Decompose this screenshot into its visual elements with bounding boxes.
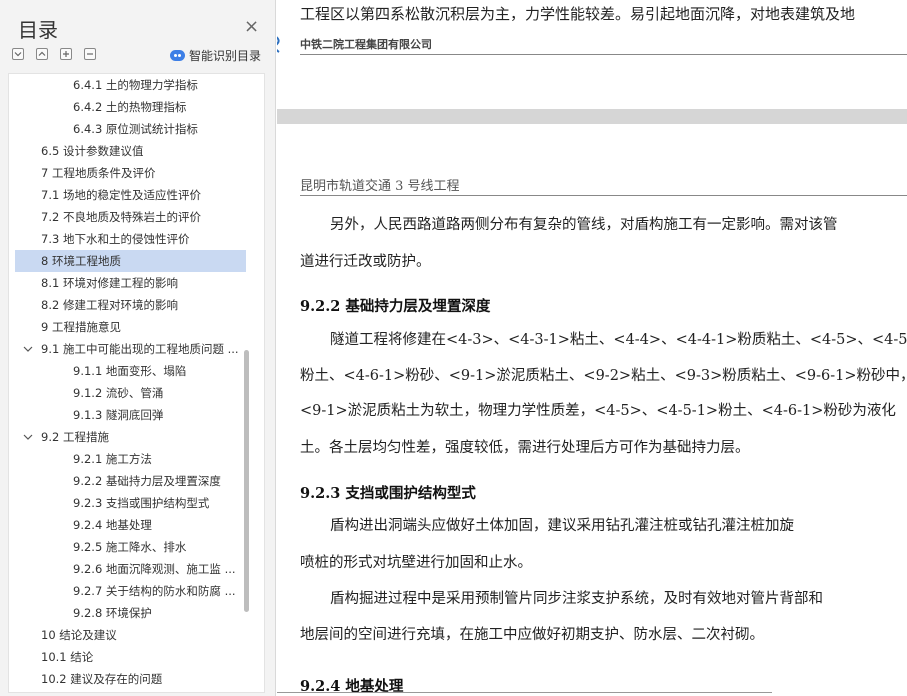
paragraph-line: 盾构掘进过程中是采用预制管片同步注浆支护系统，及时有效地对管片背部和	[330, 591, 823, 607]
smart-recognize-label: 智能识别目录	[189, 49, 262, 63]
toc-item-label: 9.2.7 关于结构的防水和防腐 ...	[73, 584, 236, 598]
toc-item[interactable]: 9.2.1 施工方法	[15, 448, 246, 470]
toc-item[interactable]: 9.2.7 关于结构的防水和防腐 ...	[15, 580, 246, 602]
ai-robot-icon	[170, 50, 185, 61]
toc-item-label: 7.1 场地的稳定性及适应性评价	[41, 188, 201, 202]
toc-item[interactable]: 9.1.3 隧洞底回弹	[15, 404, 246, 426]
company-logo-icon	[277, 36, 280, 53]
smart-recognize-toc-button[interactable]: 智能识别目录	[170, 47, 261, 64]
document-view[interactable]: 工程区以第四系松散沉积层为主，力学性能较差。易引起地面沉降，对地表建筑及地 中铁…	[277, 0, 907, 696]
toc-item[interactable]: 6.5 设计参数建议值	[15, 140, 246, 162]
toc-item[interactable]: 7 工程地质条件及评价	[15, 162, 246, 184]
toc-item[interactable]: 8.1 环境对修建工程的影响	[15, 272, 246, 294]
toc-panel: 目录 × 智能识别目录 6.4.1 土的物理力学指标 6.4.2 土的热物理指标 6…	[0, 0, 276, 696]
paragraph-line: 粉土、<4-6-1>粉砂、<9-1>淤泥质粘土、<9-2>粘土、<9-3>粉质粘…	[300, 368, 907, 384]
toc-item[interactable]: 10 结论及建议	[15, 624, 246, 646]
toc-item-label: 9.1.2 流砂、管涌	[73, 386, 164, 400]
paragraph-line: 另外，人民西路道路两侧分布有复杂的管线，对盾构施工有一定影响。需对该管	[330, 217, 838, 233]
toc-item[interactable]: 7.1 场地的稳定性及适应性评价	[15, 184, 246, 206]
paragraph-line: 喷桩的形式对坑壁进行加固和止水。	[300, 555, 532, 571]
toc-item[interactable]: 7.2 不良地质及特殊岩土的评价	[15, 206, 246, 228]
previous-page-text: 工程区以第四系松散沉积层为主，力学性能较差。易引起地面沉降，对地表建筑及地	[300, 5, 856, 23]
toc-item-label: 9.2.3 支挡或围护结构型式	[73, 496, 210, 510]
toc-item-label: 10.2 建议及存在的问题	[41, 672, 163, 686]
toc-item-label: 7.2 不良地质及特殊岩土的评价	[41, 210, 201, 224]
section-heading: 9.2.2 基础持力层及埋置深度	[300, 298, 491, 315]
toc-list[interactable]: 6.4.1 土的物理力学指标 6.4.2 土的热物理指标 6.4.3 原位测试统计指…	[8, 73, 265, 693]
toc-item-label: 9.2.6 地面沉降观测、施工监 ...	[73, 562, 236, 576]
bottom-rule	[277, 692, 772, 693]
toc-item-label: 9.2.4 地基处理	[73, 518, 152, 532]
toc-item-label: 9.2.2 基础持力层及埋置深度	[73, 474, 221, 488]
toc-item[interactable]: 7.3 地下水和土的侵蚀性评价	[15, 228, 246, 250]
toc-item[interactable]: 9.2.8 环境保护	[15, 602, 246, 624]
toc-item[interactable]: 6.4.3 原位测试统计指标	[15, 118, 246, 140]
toc-item[interactable]: 9.1.2 流砂、管涌	[15, 382, 246, 404]
paragraph-line: <9-1>淤泥质粘土为软土，物理力学性质差，<4-5>、<4-5-1>粉土、<4…	[300, 403, 896, 419]
paragraph-line: 地层间的空间进行充填，在施工中应做好初期支护、防水层、二次衬砌。	[300, 627, 764, 643]
toc-item[interactable]: 6.4.2 土的热物理指标	[15, 96, 246, 118]
chevron-up-icon	[38, 51, 46, 56]
toc-item-label: 9.2.1 施工方法	[73, 452, 152, 466]
toc-item-label: 9.1.3 隧洞底回弹	[73, 408, 164, 422]
toc-item[interactable]: 10.2 建议及存在的问题	[15, 668, 246, 690]
toc-item[interactable]: 9.2.4 地基处理	[15, 514, 246, 536]
toc-title: 目录	[18, 18, 58, 42]
remove-heading-button[interactable]	[84, 48, 96, 60]
toc-item-label: 9.2.5 施工降水、排水	[73, 540, 187, 554]
toc-item-label: 9.2.8 环境保护	[73, 606, 152, 620]
toc-item-label: 10.1 结论	[41, 650, 94, 664]
add-heading-button[interactable]	[60, 48, 72, 60]
toc-item[interactable]: 9 工程措施意见	[15, 316, 246, 338]
toc-item[interactable]: 9.1.1 地面变形、塌陷	[15, 360, 246, 382]
toc-item[interactable]: 6.4.1 土的物理力学指标	[15, 74, 246, 96]
toc-item[interactable]: 9.2.5 施工降水、排水	[15, 536, 246, 558]
toc-item[interactable]: 9.2.2 基础持力层及埋置深度	[15, 470, 246, 492]
toc-item-label: 8.2 修建工程对环境的影响	[41, 298, 178, 312]
toc-item[interactable]: 8 环境工程地质	[15, 250, 246, 272]
close-icon[interactable]: ×	[244, 18, 259, 36]
collapse-all-button[interactable]	[36, 48, 48, 60]
toc-item-label: 7.3 地下水和土的侵蚀性评价	[41, 232, 190, 246]
toc-item[interactable]: 10.1 结论	[15, 646, 246, 668]
toc-item[interactable]: 9.2.6 地面沉降观测、施工监 ...	[15, 558, 246, 580]
toc-item-label: 6.4.1 土的物理力学指标	[73, 78, 198, 92]
toc-item-label: 6.4.3 原位测试统计指标	[73, 122, 198, 136]
chevron-down-icon	[14, 52, 22, 57]
toc-item-label: 9.2 工程措施	[41, 430, 109, 444]
toc-item-label: 9.1.1 地面变形、塌陷	[73, 364, 187, 378]
plus-icon	[63, 51, 69, 57]
toc-item[interactable]: 9.2 工程措施	[15, 426, 246, 448]
toc-scrollbar[interactable]	[244, 350, 249, 612]
paragraph-line: 隧道工程将修建在<4-3>、<4-3-1>粘土、<4-4>、<4-4-1>粉质粘…	[330, 332, 907, 348]
paragraph-line: 盾构进出洞端头应做好土体加固，建议采用钻孔灌注桩或钻孔灌注桩加旋	[330, 518, 794, 534]
chevron-down-icon[interactable]	[23, 344, 33, 354]
section-heading: 9.2.3 支挡或围护结构型式	[300, 485, 476, 502]
project-header: 昆明市轨道交通 3 号线工程	[300, 179, 460, 194]
minus-icon	[87, 53, 93, 55]
header-rule	[300, 54, 907, 55]
toc-item-label: 6.4.2 土的热物理指标	[73, 100, 187, 114]
paragraph-line: 土。各土层均匀性差，强度较低，需进行处理后方可作为基础持力层。	[300, 440, 750, 456]
toc-item-label: 7 工程地质条件及评价	[41, 166, 156, 180]
toc-item[interactable]: 9.1 施工中可能出现的工程地质问题 ...	[15, 338, 246, 360]
toc-item-label: 9 工程措施意见	[41, 320, 121, 334]
toc-item-label: 8 环境工程地质	[41, 254, 121, 268]
header-rule	[300, 195, 907, 196]
company-header: 中铁二院工程集团有限公司	[300, 38, 432, 51]
toc-item[interactable]: 9.2.3 支挡或围护结构型式	[15, 492, 246, 514]
expand-all-button[interactable]	[12, 48, 24, 60]
toc-item-label: 10 结论及建议	[41, 628, 117, 642]
page-gap	[277, 109, 907, 124]
toc-item[interactable]: 8.2 修建工程对环境的影响	[15, 294, 246, 316]
toc-item-label: 6.5 设计参数建议值	[41, 144, 144, 158]
paragraph-line: 道进行迁改或防护。	[300, 254, 431, 270]
toc-item-label: 8.1 环境对修建工程的影响	[41, 276, 178, 290]
chevron-down-icon[interactable]	[23, 432, 33, 442]
toc-item-label: 9.1 施工中可能出现的工程地质问题 ...	[41, 342, 239, 356]
